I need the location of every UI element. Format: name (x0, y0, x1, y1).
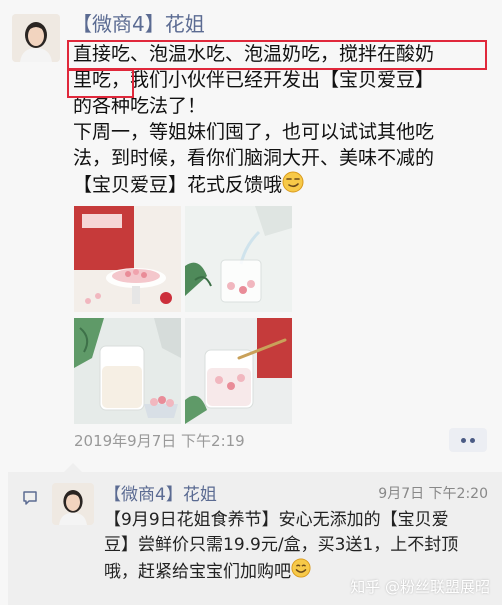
moments-post: 【微商4】花姐 直接吃、泡温水吃、泡温奶吃，搅拌在酸奶 里吃，我们小伙伴已经开发… (0, 0, 502, 466)
photo-pouring-water-glass[interactable] (185, 206, 292, 312)
more-options-button[interactable] (449, 428, 487, 452)
comment-text: 【9月9日花姐食养节】安心无添加的【宝贝爱 豆】尝鲜价只需19.9元/盒，买3送… (104, 508, 494, 586)
post-text-line: 【宝贝爱豆】花式反馈哦 (73, 174, 283, 196)
highlight-box-line1 (67, 40, 487, 70)
comment-author-name[interactable]: 【微商4】花姐 (104, 480, 217, 505)
comment-text-line: 哦，赶紧给宝宝们加购吧 (104, 562, 291, 582)
photo-grid (74, 206, 292, 424)
comment-icon (22, 490, 38, 510)
dot-icon (470, 437, 475, 443)
comment-text-line: 【9月9日花姐食养节】安心无添加的【宝贝爱 (104, 510, 449, 530)
post-text-line: 里吃，我们小伙伴已经开发出【宝贝爱豆】 (73, 69, 435, 91)
post-text-line: 的各种吃法了！ (73, 95, 207, 117)
post-text-line: 法，到时候，看你们脑洞大开、美味不减的 (73, 147, 435, 169)
author-avatar[interactable] (12, 14, 60, 62)
photo-glass-with-milk[interactable] (74, 318, 181, 424)
panel-arrow (64, 463, 82, 472)
comment-time: 9月7日 下午2:20 (378, 486, 488, 502)
photo-bowl-of-yogurt-bites[interactable] (74, 206, 181, 312)
highlight-box-line2 (67, 69, 134, 98)
dot-icon (461, 437, 466, 443)
watermark: 知乎 @粉丝联盟展昭 (350, 578, 490, 596)
smirk-emoji-icon (282, 171, 304, 200)
comment-panel: 【微商4】花姐 9月7日 下午2:20 【9月9日花姐食养节】安心无添加的【宝贝… (8, 463, 502, 605)
smile-emoji-icon (291, 558, 311, 586)
post-text-line-last: 【宝贝爱豆】花式反馈哦 (73, 171, 493, 200)
comment-author-avatar[interactable] (52, 483, 94, 525)
comment-text-line: 豆】尝鲜价只需19.9元/盒，买3送1，上不封顶 (104, 535, 459, 555)
post-text-line: 下周一，等姐妹们囤了，也可以试试其他吃 (73, 121, 435, 143)
post-author-name[interactable]: 【微商4】花姐 (72, 11, 205, 37)
photo-cup-with-yogurt[interactable] (185, 318, 292, 424)
post-timestamp: 2019年9月7日 下午2:19 (74, 432, 245, 450)
